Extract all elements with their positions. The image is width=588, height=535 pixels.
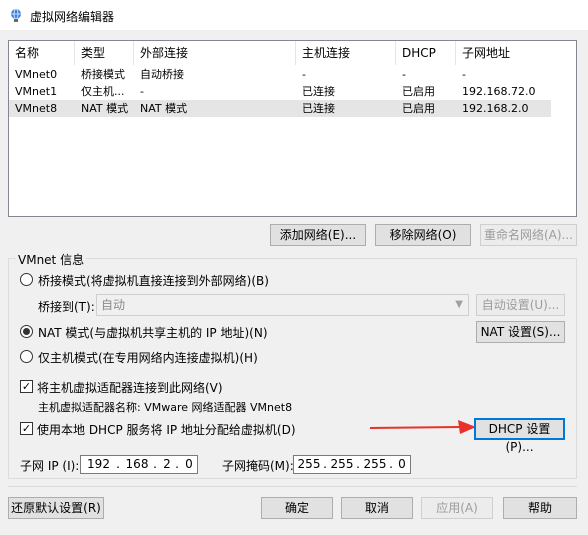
column-header-name[interactable]: 名称 xyxy=(9,41,75,65)
subnet-ip-label: 子网 IP (I): xyxy=(20,459,80,473)
cell-type: 桥接模式 xyxy=(81,68,125,81)
cell-dhcp: 已启用 xyxy=(402,85,435,98)
ip-octet: 192 xyxy=(87,457,110,471)
list-header: 名称 类型 外部连接 主机连接 DHCP 子网地址 xyxy=(9,41,576,65)
cell-host: 已连接 xyxy=(302,102,335,115)
table-row[interactable]: VMnet1 仅主机... - 已连接 已启用 192.168.72.0 xyxy=(9,83,551,100)
mask-octet: 255 xyxy=(363,457,387,471)
host-only-radio[interactable] xyxy=(20,350,33,363)
cell-subnet: 192.168.2.0 xyxy=(462,102,529,115)
chevron-down-icon: ▼ xyxy=(455,299,463,310)
remove-network-button[interactable]: 移除网络(O) xyxy=(375,224,471,246)
cell-type: NAT 模式 xyxy=(81,102,129,115)
column-header-type[interactable]: 类型 xyxy=(75,41,134,65)
nat-mode-label[interactable]: NAT 模式(与虚拟机共享主机的 IP 地址)(N) xyxy=(38,324,268,341)
column-header-host[interactable]: 主机连接 xyxy=(296,41,396,65)
rename-network-button[interactable]: 重命名网络(A)... xyxy=(480,224,577,246)
cell-external: NAT 模式 xyxy=(140,102,188,115)
cancel-button[interactable]: 取消 xyxy=(341,497,413,519)
connect-adapter-label[interactable]: 将主机虚拟适配器连接到此网络(V) xyxy=(37,379,223,396)
cell-external: 自动桥接 xyxy=(140,68,184,81)
host-only-label[interactable]: 仅主机模式(在专用网络内连接虚拟机)(H) xyxy=(38,349,258,366)
octet-separator: . xyxy=(175,457,179,471)
bridged-mode-label[interactable]: 桥接模式(将虚拟机直接连接到外部网络)(B) xyxy=(38,272,269,289)
cell-type: 仅主机... xyxy=(81,85,125,98)
adapter-name-text: 主机虚拟适配器名称: VMware 网络适配器 VMnet8 xyxy=(38,401,293,414)
bridged-to-label: 桥接到(T): xyxy=(38,300,95,314)
ip-octet: 0 xyxy=(185,457,193,471)
cell-host: 已连接 xyxy=(302,85,335,98)
cell-dhcp: 已启用 xyxy=(402,102,435,115)
cell-name: VMnet0 xyxy=(15,68,58,81)
checkmark-icon: ✓ xyxy=(21,380,32,393)
apply-button[interactable]: 应用(A) xyxy=(421,497,493,519)
cell-subnet: 192.168.72.0 xyxy=(462,85,536,98)
checkmark-icon: ✓ xyxy=(21,422,32,435)
subnet-mask-field[interactable]: 255 . 255 . 255 . 0 xyxy=(293,455,411,474)
mask-octet: 255 xyxy=(330,457,354,471)
subnet-mask-label: 子网掩码(M): xyxy=(222,459,294,473)
ip-octet: 168 xyxy=(125,457,149,471)
cell-external: - xyxy=(140,85,144,98)
table-row[interactable]: VMnet0 桥接模式 自动桥接 - - - xyxy=(9,66,551,83)
vmnet-info-group xyxy=(8,258,577,479)
red-arrow-icon xyxy=(370,420,476,434)
title-bar: 虚拟网络编辑器 xyxy=(0,0,588,30)
bridged-to-select[interactable]: 自动 ▼ xyxy=(96,294,469,316)
dhcp-settings-button[interactable]: DHCP 设置(P)... xyxy=(474,418,565,454)
table-row-selected[interactable]: VMnet8 NAT 模式 NAT 模式 已连接 已启用 192.168.2.0 xyxy=(9,100,551,117)
octet-separator: . xyxy=(116,457,120,471)
octet-separator: . xyxy=(153,457,157,471)
window-title: 虚拟网络编辑器 xyxy=(30,10,115,24)
network-list[interactable]: 名称 类型 外部连接 主机连接 DHCP 子网地址 VMnet0 桥接模式 自动… xyxy=(8,40,577,217)
footer-divider xyxy=(8,486,577,487)
nat-mode-radio[interactable] xyxy=(20,325,33,338)
add-network-button[interactable]: 添加网络(E)... xyxy=(270,224,366,246)
dhcp-checkbox[interactable]: ✓ xyxy=(20,422,33,435)
mask-octet: 0 xyxy=(398,457,406,471)
help-button[interactable]: 帮助 xyxy=(503,497,577,519)
cell-subnet: - xyxy=(462,68,466,81)
auto-settings-button[interactable]: 自动设置(U)... xyxy=(476,294,565,316)
nat-settings-button[interactable]: NAT 设置(S)... xyxy=(476,321,565,343)
column-header-dhcp[interactable]: DHCP xyxy=(396,41,456,65)
cell-host: - xyxy=(302,68,306,81)
subnet-ip-field[interactable]: 192 . 168 . 2 . 0 xyxy=(80,455,198,474)
column-header-subnet[interactable]: 子网地址 xyxy=(456,41,551,65)
dhcp-label[interactable]: 使用本地 DHCP 服务将 IP 地址分配给虚拟机(D) xyxy=(37,421,296,438)
group-label: VMnet 信息 xyxy=(16,251,87,268)
cell-name: VMnet8 xyxy=(15,102,58,115)
restore-defaults-button[interactable]: 还原默认设置(R) xyxy=(8,497,104,519)
bridged-mode-radio[interactable] xyxy=(20,273,33,286)
connect-adapter-checkbox[interactable]: ✓ xyxy=(20,380,33,393)
network-globe-icon xyxy=(11,8,21,22)
bridged-to-value: 自动 xyxy=(101,298,126,312)
cell-dhcp: - xyxy=(402,68,406,81)
ok-button[interactable]: 确定 xyxy=(261,497,333,519)
column-header-external[interactable]: 外部连接 xyxy=(134,41,296,65)
cell-name: VMnet1 xyxy=(15,85,58,98)
mask-octet: 255 xyxy=(297,457,321,471)
